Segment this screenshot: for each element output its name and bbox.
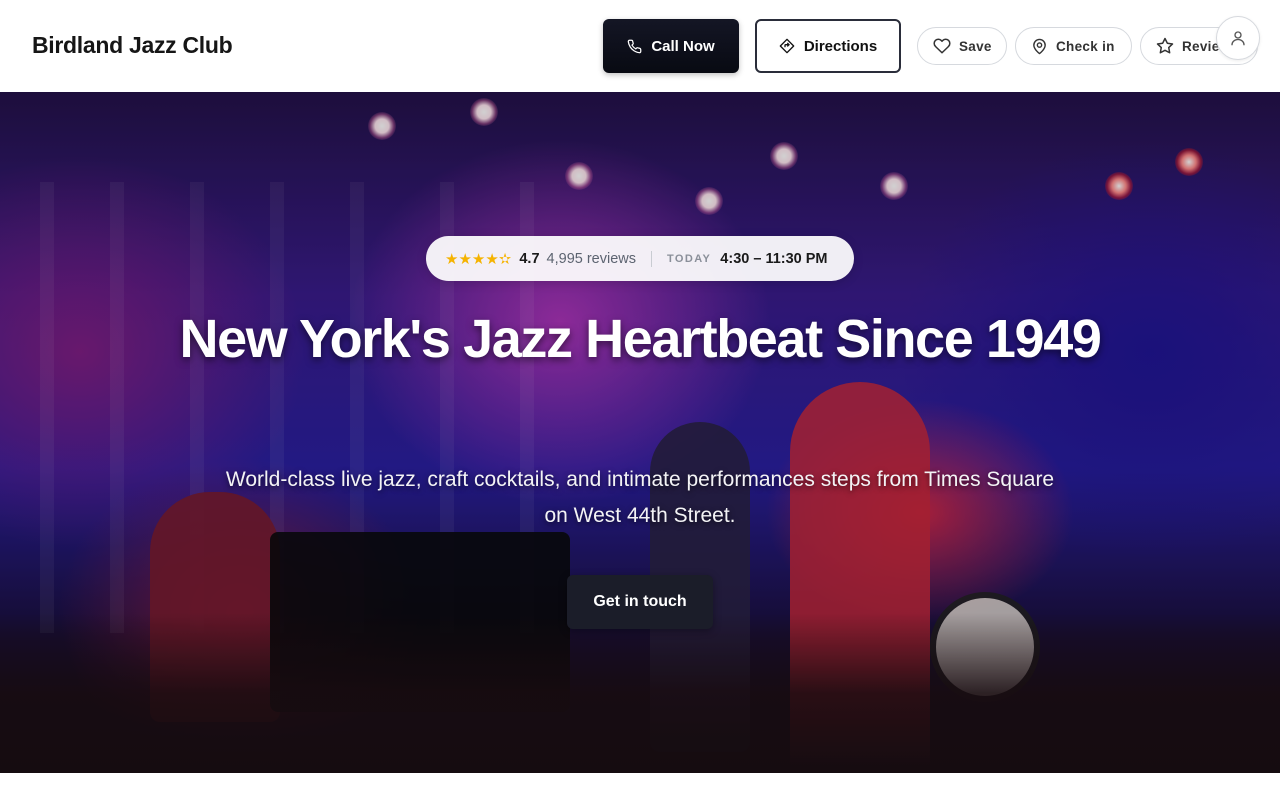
call-now-label: Call Now xyxy=(651,37,715,55)
star-icon xyxy=(1156,37,1174,55)
opening-hours: 4:30 – 11:30 PM xyxy=(720,250,828,267)
hero-headline: New York's Jazz Heartbeat Since 1949 xyxy=(179,309,1102,369)
get-in-touch-button[interactable]: Get in touch xyxy=(567,575,713,629)
rating-hours-chip: ★★★★✫ 4.7 4,995 reviews TODAY 4:30 – 11:… xyxy=(426,236,854,281)
save-label: Save xyxy=(959,38,992,54)
heart-icon xyxy=(933,37,951,55)
save-button[interactable]: Save xyxy=(917,27,1007,65)
rating-stars: ★★★★✫ xyxy=(445,250,512,268)
rating-value: 4.7 xyxy=(519,250,540,267)
location-pin-icon xyxy=(1031,38,1048,55)
hero-subheadline: World-class live jazz, craft cocktails, … xyxy=(225,468,1055,527)
check-in-button[interactable]: Check in xyxy=(1015,27,1132,65)
directions-icon xyxy=(779,38,795,54)
brand-name[interactable]: Birdland Jazz Club xyxy=(32,32,233,59)
directions-label: Directions xyxy=(803,37,878,55)
user-icon xyxy=(1229,29,1247,47)
phone-icon xyxy=(627,39,642,54)
call-now-button[interactable]: Call Now xyxy=(603,19,739,73)
chip-divider xyxy=(651,250,652,267)
account-button[interactable] xyxy=(1216,16,1260,60)
directions-button[interactable]: Directions xyxy=(755,19,901,73)
hero-section: ★★★★✫ 4.7 4,995 reviews TODAY 4:30 – 11:… xyxy=(0,92,1280,773)
review-count[interactable]: 4,995 reviews xyxy=(547,251,636,267)
top-header: Birdland Jazz Club Call Now Directions S… xyxy=(0,0,1280,92)
today-label: TODAY xyxy=(667,252,712,265)
check-in-label: Check in xyxy=(1056,38,1115,54)
